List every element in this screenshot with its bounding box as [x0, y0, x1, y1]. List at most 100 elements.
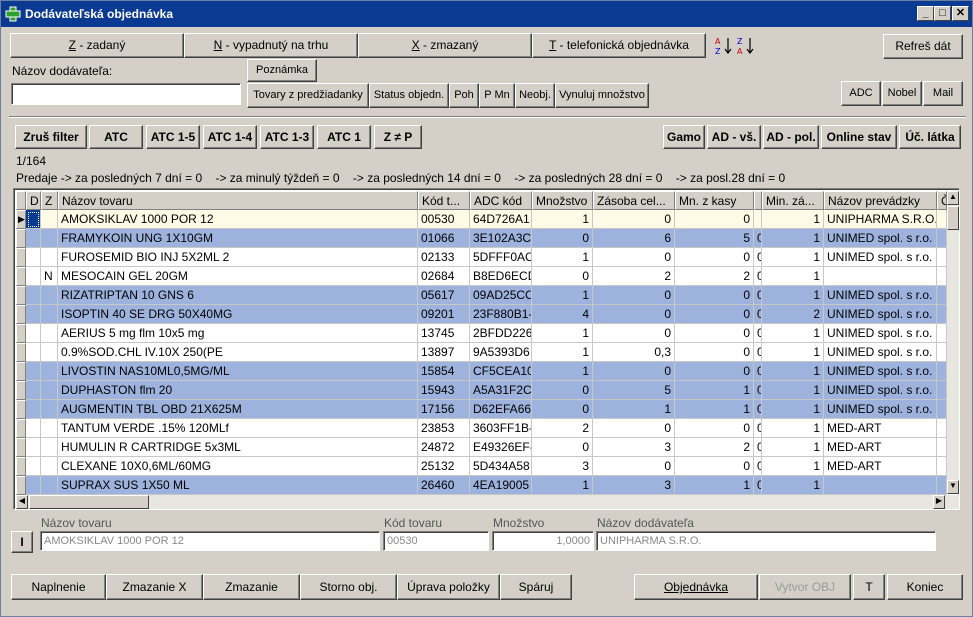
table-cell-adc[interactable]: 4EA19005 [470, 476, 532, 495]
table-cell-x[interactable]: 0 [754, 324, 762, 343]
poh-button[interactable]: Poh [449, 83, 479, 108]
table-row[interactable]: LIVOSTIN NAS10ML0,5MG/ML 15854 CF5CEA10 1 0 0… [16, 362, 947, 381]
table-cell-z[interactable] [41, 324, 58, 343]
column-header-name[interactable]: Názov tovaru [58, 191, 418, 210]
table-cell-code[interactable]: 15854 [418, 362, 470, 381]
table-cell-z[interactable] [41, 400, 58, 419]
table-cell-adc[interactable]: B8ED6ECD [470, 267, 532, 286]
table-cell-c[interactable] [937, 210, 947, 229]
table-cell-c[interactable] [937, 476, 947, 495]
table-row[interactable]: HUMULIN R CARTRIDGE 5x3ML 24872 E49326EF- 0… [16, 438, 947, 457]
table-cell-min[interactable]: 1 [762, 210, 824, 229]
table-cell-d[interactable] [26, 229, 41, 248]
edit-item-button[interactable]: Úprava položky [397, 574, 500, 600]
table-cell-kasa[interactable]: 0 [675, 343, 754, 362]
table-cell-min[interactable]: 1 [762, 457, 824, 476]
column-header-shop[interactable]: Názov prevádzky [824, 191, 937, 210]
table-cell-stock[interactable]: 0 [593, 324, 675, 343]
table-cell-qty[interactable]: 0 [532, 267, 593, 286]
table-row[interactable]: DUPHASTON flm 2015943A5A31F2C05101UNIMED… [16, 381, 947, 400]
table-row[interactable]: SUPRAX SUS 1X50 ML264604EA1900513101 [16, 476, 947, 495]
table-cell-kasa[interactable]: 0 [675, 248, 754, 267]
table-cell-d[interactable] [26, 419, 41, 438]
table-cell-c[interactable] [937, 267, 947, 286]
table-cell-code[interactable]: 24872 [418, 438, 470, 457]
table-cell-code[interactable]: 13745 [418, 324, 470, 343]
table-cell-kasa[interactable]: 1 [675, 381, 754, 400]
table-cell-min[interactable]: 1 [762, 438, 824, 457]
active-substance-button[interactable]: Úč. látka [899, 125, 961, 149]
table-cell-stock[interactable]: 0 [593, 210, 675, 229]
table-cell-min[interactable]: 1 [762, 343, 824, 362]
table-cell-d[interactable] [26, 457, 41, 476]
table-cell-shop[interactable]: MED-ART [824, 438, 937, 457]
table-cell-adc[interactable]: 23F880B1- [470, 305, 532, 324]
table-cell-adc[interactable]: E49326EF- [470, 438, 532, 457]
table-cell-adc[interactable]: 3603FF1B- [470, 419, 532, 438]
items-grid[interactable]: D Z Názov tovaru Kód t... ADC kód Množst… [13, 188, 960, 510]
table-cell-adc[interactable]: 09AD25CC [470, 286, 532, 305]
table-cell-d[interactable] [26, 305, 41, 324]
table-cell-qty[interactable]: 3 [532, 457, 593, 476]
column-header-c[interactable]: Č [937, 191, 947, 210]
table-cell-adc[interactable]: A5A31F2C [470, 381, 532, 400]
table-cell-x[interactable]: 0 [754, 343, 762, 362]
table-cell-x[interactable]: 0 [754, 381, 762, 400]
table-cell-min[interactable]: 1 [762, 362, 824, 381]
table-cell-x[interactable]: 0 [754, 248, 762, 267]
table-cell-x[interactable]: 0 [754, 229, 762, 248]
table-cell-adc[interactable]: 5D434A58 [470, 457, 532, 476]
table-cell-z[interactable] [41, 286, 58, 305]
column-header-stock[interactable]: Zásoba cel... [593, 191, 675, 210]
table-cell-d[interactable] [26, 400, 41, 419]
table-cell-x[interactable]: 0 [754, 286, 762, 305]
clear-filter-button[interactable]: Zruš filter [15, 125, 87, 149]
table-cell-name[interactable]: FRAMYKOIN UNG 1X10GM [58, 229, 418, 248]
table-cell-code[interactable]: 23853 [418, 419, 470, 438]
table-cell-stock[interactable]: 2 [593, 267, 675, 286]
table-cell-code[interactable]: 05617 [418, 286, 470, 305]
atc-1-3-button[interactable]: ATC 1-3 [260, 125, 314, 149]
table-cell-stock[interactable]: 1 [593, 400, 675, 419]
fill-button[interactable]: Naplnenie [11, 574, 106, 600]
atc-1-5-button[interactable]: ATC 1-5 [146, 125, 200, 149]
adc-button[interactable]: ADC [841, 81, 881, 106]
table-cell-qty[interactable]: 1 [532, 286, 593, 305]
minimize-icon[interactable]: _ [917, 6, 934, 21]
table-cell-d[interactable] [26, 210, 41, 229]
table-cell-min[interactable]: 1 [762, 286, 824, 305]
gamo-button[interactable]: Gamo [663, 125, 705, 149]
table-cell-min[interactable]: 1 [762, 476, 824, 495]
status-tab-telefonicka[interactable]: T - telefonická objednávka [532, 33, 706, 58]
table-cell-name[interactable]: SUPRAX SUS 1X50 ML [58, 476, 418, 495]
delete-x-button[interactable]: Zmazanie X [106, 574, 203, 600]
table-cell-shop[interactable]: UNIMED spol. s r.o. [824, 343, 937, 362]
table-cell-qty[interactable]: 0 [532, 381, 593, 400]
table-cell-adc[interactable]: D62EFA66 [470, 400, 532, 419]
table-cell-stock[interactable]: 3 [593, 438, 675, 457]
atc-button[interactable]: ATC [89, 125, 143, 149]
table-cell-x[interactable]: 0 [754, 419, 762, 438]
table-cell-z[interactable] [41, 305, 58, 324]
table-cell-kasa[interactable]: 2 [675, 267, 754, 286]
table-cell-c[interactable] [937, 457, 947, 476]
table-cell-qty[interactable]: 0 [532, 438, 593, 457]
supplier-input[interactable] [11, 83, 241, 105]
insert-button[interactable]: I [11, 531, 33, 553]
table-cell-stock[interactable]: 0 [593, 248, 675, 267]
table-cell-x[interactable]: 0 [754, 476, 762, 495]
table-cell-qty[interactable]: 2 [532, 419, 593, 438]
table-cell-x[interactable]: 0 [754, 362, 762, 381]
table-cell-kasa[interactable]: 0 [675, 362, 754, 381]
table-cell-x[interactable] [754, 210, 762, 229]
table-cell-shop[interactable]: UNIMED spol. s r.o. [824, 286, 937, 305]
nobel-button[interactable]: Nobel [882, 81, 922, 106]
table-cell-kasa[interactable]: 0 [675, 324, 754, 343]
table-cell-code[interactable]: 02133 [418, 248, 470, 267]
table-cell-shop[interactable]: UNIMED spol. s r.o. [824, 305, 937, 324]
table-cell-min[interactable]: 1 [762, 248, 824, 267]
table-cell-adc[interactable]: CF5CEA10 [470, 362, 532, 381]
table-cell-name[interactable]: RIZATRIPTAN 10 GNS 6 [58, 286, 418, 305]
table-cell-code[interactable]: 01066 [418, 229, 470, 248]
table-cell-code[interactable]: 13897 [418, 343, 470, 362]
